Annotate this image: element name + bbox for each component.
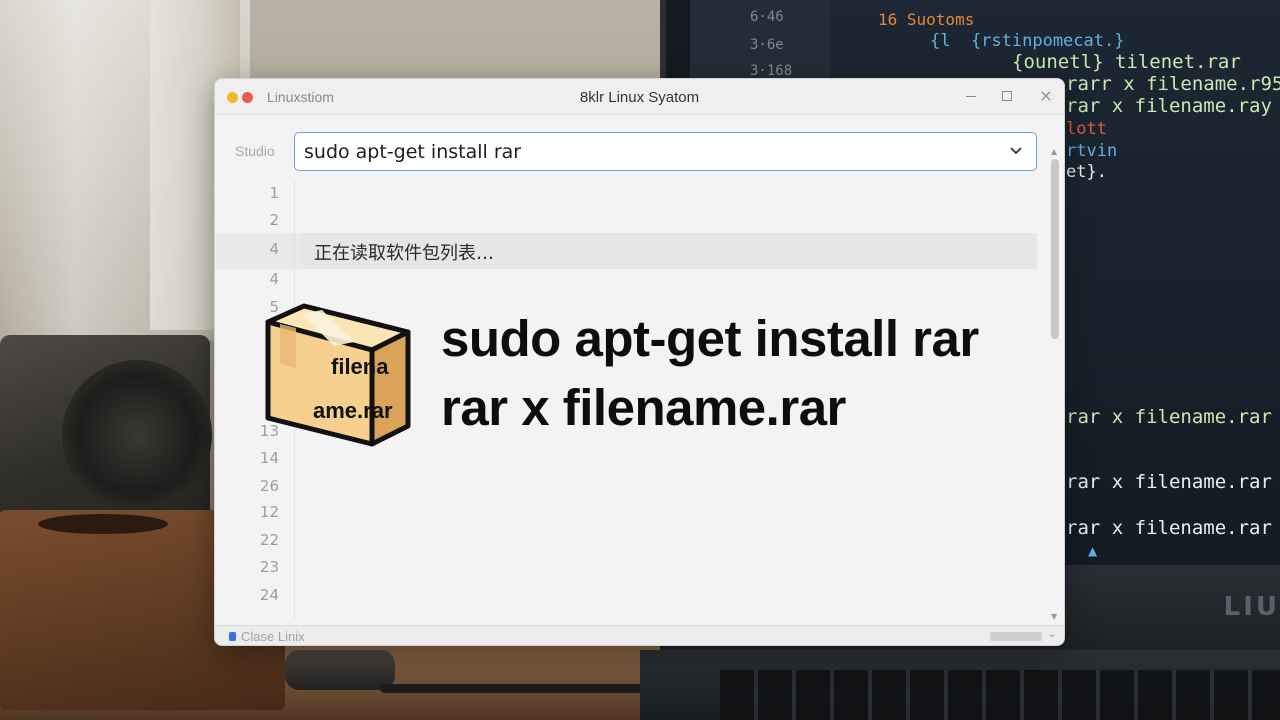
background-gutter-number: 6·46 xyxy=(750,9,784,25)
maximize-icon xyxy=(1002,91,1012,101)
line-number: 4 xyxy=(269,240,279,258)
close-button[interactable]: × xyxy=(1035,85,1057,107)
background-code-line: rar x filename.rar xyxy=(1066,517,1272,539)
command-select[interactable]: sudo apt-get install rar xyxy=(294,132,1037,171)
background-code-line: rarr x filename.r95 xyxy=(1066,73,1280,95)
chevron-down-icon xyxy=(1010,147,1022,155)
window-title: 8klr Linux Syatom xyxy=(579,89,700,106)
background-keys xyxy=(720,670,1280,720)
box-label: filena xyxy=(331,354,389,379)
line-number: 14 xyxy=(259,449,279,467)
line-number: 2 xyxy=(269,211,279,229)
horizontal-scrollbar[interactable] xyxy=(990,632,1042,641)
scroll-up-icon[interactable]: ▲ xyxy=(1051,147,1057,156)
line-number: 1 xyxy=(269,184,279,202)
line-number: 22 xyxy=(259,531,279,549)
background-code-line: rtvin xyxy=(1066,141,1118,161)
background-gutter-number: 3·6e xyxy=(750,37,784,53)
headline-install-command: sudo apt-get install rar xyxy=(441,310,979,367)
background-code-line: {ounetl} tilenet.rar xyxy=(1012,51,1241,73)
title-bar: Linuxstiom 8klr Linux Syatom × xyxy=(215,79,1064,115)
status-bar: Clase Linix ⌄ xyxy=(215,625,1064,645)
chevron-down-icon[interactable]: ⌄ xyxy=(1048,629,1056,640)
background-cable xyxy=(380,684,660,693)
scrollbar-thumb[interactable] xyxy=(1051,159,1059,339)
status-indicator-icon xyxy=(229,632,236,641)
toolbar-label: Studio xyxy=(235,143,275,159)
line-number: 23 xyxy=(259,558,279,576)
background-code-line: et}. xyxy=(1066,162,1107,182)
background-wood-hole xyxy=(38,514,168,534)
scroll-down-icon[interactable]: ▼ xyxy=(1051,612,1057,621)
background-code-line: lott xyxy=(1066,119,1107,139)
background-cable-plug xyxy=(285,650,395,690)
line-number: 24 xyxy=(259,586,279,604)
background-speaker-cone xyxy=(62,360,212,510)
maximize-button[interactable] xyxy=(996,85,1018,107)
background-code-line: rar x filename.rar xyxy=(1066,406,1272,428)
command-value: sudo apt-get install rar xyxy=(304,141,522,163)
status-text: Clase Linix xyxy=(241,629,305,644)
headline-extract-command: rar x filename.rar xyxy=(441,379,846,436)
background-cursor-icon: ▲ xyxy=(1088,544,1098,558)
background-code-line: rar x filename.ray xyxy=(1066,95,1272,117)
background-laptop-brand: LIU xyxy=(1223,592,1280,622)
line-number: 26 xyxy=(259,477,279,495)
background-code-line: {l {rstinpomecat.} xyxy=(930,31,1125,51)
line-number: 4 xyxy=(269,270,279,288)
minimize-button[interactable] xyxy=(960,85,982,107)
background-code-line: rar x filename.rar xyxy=(1066,471,1272,493)
line-number: 12 xyxy=(259,503,279,521)
minimize-icon xyxy=(966,95,976,97)
background-code-line: 16 Suotoms xyxy=(878,10,975,29)
box-label: ame.rar xyxy=(313,398,393,423)
editor-status-line: 正在读取软件包列表… xyxy=(314,243,494,264)
